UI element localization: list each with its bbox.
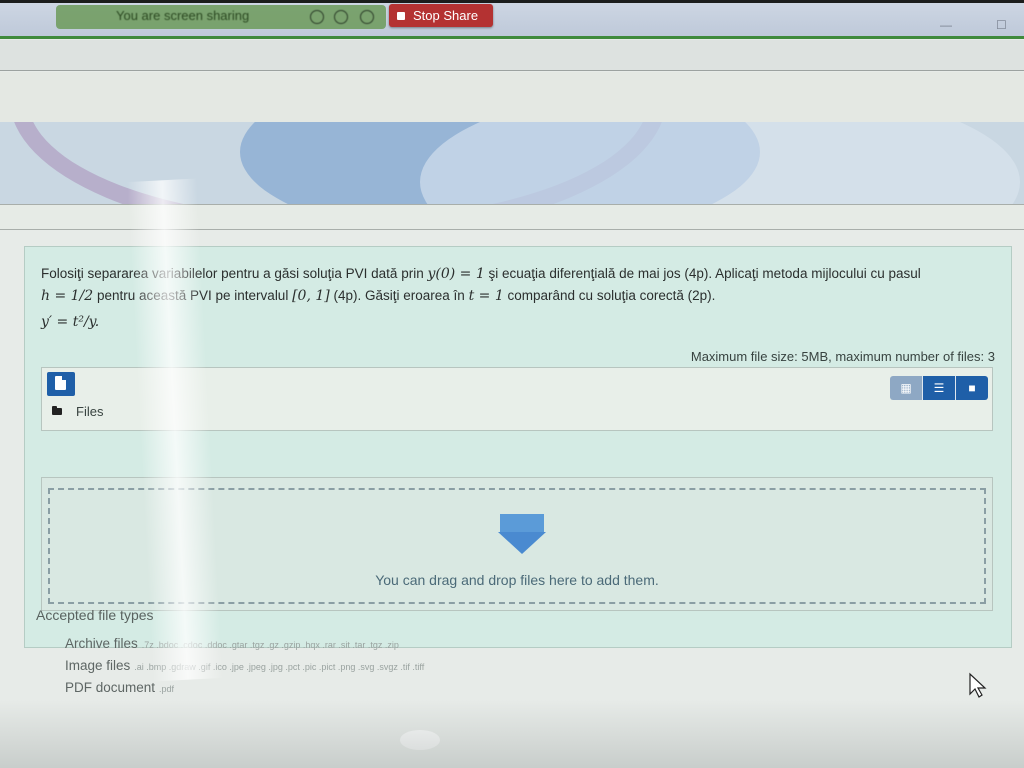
more-options-icon[interactable] <box>360 10 374 24</box>
question-card: Folosiţi separarea variabilelor pentru a… <box>24 246 1012 648</box>
accepted-types-heading: Accepted file types <box>36 607 154 623</box>
max-file-size-text: Maximum file size: 5MB, maximum number o… <box>690 349 995 364</box>
file-drop-area[interactable]: You can drag and drop files here to add … <box>41 477 993 611</box>
type-extensions: .ai .bmp .gdraw .gif .ico .jpe .jpeg .jp… <box>134 662 425 672</box>
initial-condition: y(0) = 1 <box>427 266 485 282</box>
accepted-type-row: Image files .ai .bmp .gdraw .gif .ico .jp… <box>65 658 424 673</box>
download-arrow-icon <box>498 514 546 554</box>
stop-icon <box>397 11 405 20</box>
question-text-part: pentru această PVI pe intervalul <box>96 288 289 303</box>
view-switcher: ▦ ☰ ■ <box>890 376 988 400</box>
type-label: Image files <box>65 658 131 673</box>
view-list-button[interactable]: ☰ <box>922 376 955 400</box>
drop-instructions: You can drag and drop files here to add … <box>375 572 659 588</box>
view-tree-button[interactable]: ■ <box>955 376 988 400</box>
error-point: t = 1 <box>468 288 504 304</box>
nav-bar <box>0 40 1024 71</box>
file-manager-toolbar: ▦ ☰ ■ Files <box>41 367 993 431</box>
grid-icon: ▦ <box>900 381 912 395</box>
question-text-part: (4p). Găsiţi eroarea în <box>333 288 465 303</box>
camera-icon[interactable] <box>334 10 348 24</box>
type-label: PDF document <box>65 680 156 695</box>
interval: [0, 1] <box>292 288 330 304</box>
question-text-part: comparând cu soluţia corectă (2p). <box>507 288 716 303</box>
question-text-part: Folosiţi separarea variabilelor pentru a… <box>41 266 424 281</box>
header-band <box>0 72 1024 122</box>
add-file-button[interactable] <box>47 372 75 396</box>
list-icon: ☰ <box>933 381 945 395</box>
dropzone[interactable]: You can drag and drop files here to add … <box>48 488 986 604</box>
maximize-icon[interactable]: ☐ <box>996 18 1007 32</box>
step-size: h = 1/2 <box>41 288 94 304</box>
differential-equation: y′ = t²/y. <box>41 314 100 330</box>
view-icons-button[interactable]: ▦ <box>890 376 922 400</box>
share-border <box>0 36 1024 39</box>
question-text: Folosiţi separarea variabilelor pentru a… <box>41 263 991 307</box>
banner-swoosh <box>420 122 1020 204</box>
mic-icon[interactable] <box>310 10 324 24</box>
section-divider <box>0 204 1024 230</box>
folder-icon <box>52 406 62 415</box>
accepted-type-row: Archive files .7z .bdoc .cdoc .ddoc .gtar… <box>65 636 399 651</box>
stop-share-button[interactable]: Stop Share <box>389 4 493 27</box>
type-extensions: .pdf <box>159 684 175 694</box>
breadcrumb[interactable]: Files <box>52 404 103 419</box>
file-icon-fold <box>62 376 66 380</box>
question-text-part: şi ecuaţia diferenţială de mai jos (4p).… <box>488 266 921 281</box>
breadcrumb-label: Files <box>76 404 104 419</box>
type-extensions: .7z .bdoc .cdoc .ddoc .gtar .tgz .gz .gz… <box>141 640 399 650</box>
folder-icon: ■ <box>968 381 976 395</box>
stop-share-label: Stop Share <box>413 8 479 23</box>
accepted-type-row: PDF document .pdf <box>65 680 174 695</box>
sharing-status-text: You are screen sharing <box>116 8 250 23</box>
mouse-cursor-icon <box>969 672 987 698</box>
course-banner <box>0 122 1024 204</box>
minimize-icon[interactable]: — <box>940 18 952 32</box>
type-label: Archive files <box>65 636 138 651</box>
